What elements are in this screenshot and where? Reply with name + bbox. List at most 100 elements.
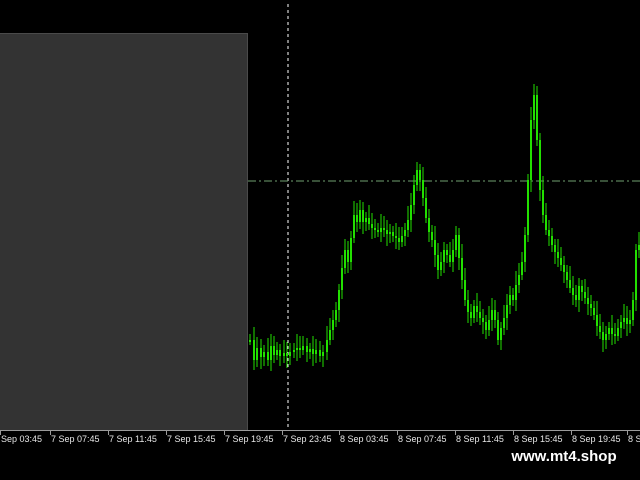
candle-body xyxy=(386,230,388,234)
candle-body xyxy=(293,350,295,352)
candle-body xyxy=(533,95,535,120)
candle-body xyxy=(581,286,583,292)
candle-body xyxy=(353,215,355,238)
candle-body xyxy=(443,250,445,262)
candle-body xyxy=(479,312,481,318)
candle-body xyxy=(368,218,370,224)
time-axis-tick xyxy=(224,431,225,435)
candle-body xyxy=(289,352,291,356)
candle-body xyxy=(521,262,523,275)
candle-body xyxy=(512,295,514,300)
time-axis-label: 7 Sep 19:45 xyxy=(225,434,274,444)
time-axis-tick xyxy=(339,431,340,435)
candle-body xyxy=(395,236,397,238)
candle-body xyxy=(482,318,484,322)
candle-body xyxy=(467,300,469,312)
candle-body xyxy=(569,280,571,288)
candle-body xyxy=(249,340,251,342)
candle-body xyxy=(428,218,430,232)
candle-body xyxy=(365,218,367,222)
candle-body xyxy=(452,250,454,262)
candle-body xyxy=(347,250,349,262)
candle-body xyxy=(566,272,568,280)
chart-side-panel xyxy=(0,33,248,430)
candle-body xyxy=(332,320,334,330)
candle-body xyxy=(326,340,328,352)
candle-body xyxy=(286,353,288,356)
candle-body xyxy=(350,238,352,262)
candle-body xyxy=(306,346,308,352)
candle-body xyxy=(500,328,502,340)
candle-body xyxy=(283,353,285,356)
candle-body xyxy=(506,305,508,318)
candle-body xyxy=(617,328,619,336)
time-axis-tick xyxy=(627,431,628,435)
candle-body xyxy=(572,288,574,295)
time-axis-label: 8 Sep 19:45 xyxy=(572,434,621,444)
time-axis-label: 8 Sep 07:45 xyxy=(398,434,447,444)
candle-body xyxy=(389,232,391,234)
candle-body xyxy=(437,255,439,270)
candle-body xyxy=(407,220,409,230)
candle-body xyxy=(413,185,415,205)
time-axis-tick xyxy=(282,431,283,435)
candle-body xyxy=(319,350,321,356)
time-axis-label: 8 Sep 11:45 xyxy=(456,434,504,444)
candle-body xyxy=(359,210,361,222)
watermark-text: www.mt4.shop xyxy=(496,444,632,470)
price-chart[interactable] xyxy=(0,0,640,430)
candle-body xyxy=(401,236,403,242)
candle-body xyxy=(253,340,255,360)
candle-body xyxy=(312,349,314,354)
candle-body xyxy=(470,312,472,318)
candle-body xyxy=(276,350,278,355)
candle-body xyxy=(518,275,520,285)
candle-body xyxy=(575,295,577,300)
candle-body xyxy=(279,350,281,356)
candle-body xyxy=(440,262,442,270)
time-axis-label: 7 Sep 11:45 xyxy=(109,434,157,444)
candle-body xyxy=(554,245,556,252)
candle-body xyxy=(473,306,475,318)
candle-body xyxy=(362,210,364,222)
candle-body xyxy=(356,215,358,222)
candle-body xyxy=(599,326,601,332)
time-axis-label: 8 Sep 03:45 xyxy=(340,434,389,444)
candle-body xyxy=(260,348,262,357)
candle-body xyxy=(425,198,427,218)
candle-body xyxy=(338,290,340,310)
candle-body xyxy=(322,352,324,356)
candle-body xyxy=(542,190,544,215)
candle-body xyxy=(590,304,592,308)
time-axis-tick xyxy=(397,431,398,435)
time-axis-label: 7 Sep 07:45 xyxy=(51,434,100,444)
candle-body xyxy=(596,315,598,326)
time-axis-label: Sep 03:45 xyxy=(1,434,43,444)
candle-body xyxy=(578,286,580,300)
candle-body xyxy=(296,348,298,350)
candle-body xyxy=(377,230,379,232)
candle-body xyxy=(548,230,550,236)
time-axis-tick xyxy=(0,431,1,435)
candle-body xyxy=(632,300,634,320)
time-axis-label: 8 Sep 15:45 xyxy=(514,434,563,444)
candle-body xyxy=(263,352,265,357)
candle-body xyxy=(371,224,373,228)
time-axis-tick xyxy=(50,431,51,435)
time-axis-label: 7 Sep 15:45 xyxy=(167,434,216,444)
candle-body xyxy=(563,265,565,272)
candle-body xyxy=(329,330,331,340)
time-axis-tick xyxy=(513,431,514,435)
candle-body xyxy=(515,285,517,300)
time-axis-tick xyxy=(571,431,572,435)
candle-body xyxy=(335,310,337,320)
candle-body xyxy=(608,328,610,334)
candle-body xyxy=(315,350,317,354)
time-axis-tick xyxy=(455,431,456,435)
candle-body xyxy=(557,252,559,258)
candle-body xyxy=(626,318,628,324)
candle-body xyxy=(536,95,538,140)
candle-body xyxy=(434,240,436,255)
candle-body xyxy=(524,235,526,262)
candle-body xyxy=(404,230,406,236)
